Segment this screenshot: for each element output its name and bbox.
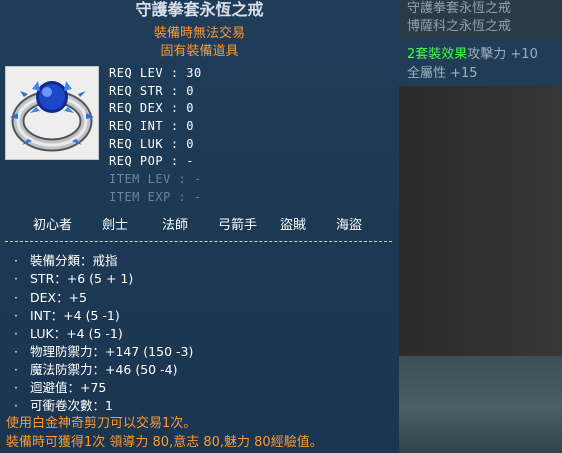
divider: [5, 241, 392, 242]
set-bonus-all: 全屬性 +15: [407, 66, 478, 81]
job-bowman: 弓箭手: [218, 218, 258, 233]
set-bonus-area: 2套裝效果攻擊力 +10 全屬性 +15: [399, 38, 562, 86]
req-label: REQ STR: [109, 84, 164, 98]
game-background: [399, 356, 562, 453]
req-value: : -: [178, 190, 202, 204]
job-magician: 法師: [162, 218, 189, 233]
stat-line: · 物理防禦力：+147 (150 -3): [14, 344, 194, 359]
stat-text: 魔法防禦力：+46 (50 -4): [30, 362, 178, 377]
req-label: REQ LEV: [109, 66, 164, 80]
stat-line: · 裝備分類：戒指: [14, 253, 118, 268]
item-icon-frame: [5, 66, 99, 160]
unique-item-note: 固有裝備道具: [160, 44, 239, 59]
stat-text: DEX：+5: [30, 290, 88, 305]
stat-line: · 魔法防禦力：+46 (50 -4): [14, 362, 178, 377]
req-label: REQ DEX: [109, 101, 164, 115]
stat-line: · LUK：+4 (5 -1): [14, 326, 123, 341]
set-item-name: 守護拳套永恆之戒: [407, 1, 512, 16]
stat-text: LUK：+4 (5 -1): [30, 326, 123, 341]
req-value: : 0: [170, 84, 194, 98]
job-warrior: 劍士: [102, 218, 129, 233]
req-label: REQ POP: [109, 154, 164, 168]
trade-restriction-note: 裝備時無法交易: [153, 26, 245, 41]
req-str: REQ STR : 0: [109, 84, 194, 98]
req-label: REQ INT: [109, 119, 164, 133]
equip-exp-note: 裝備時可獲得1次 領導力 80,意志 80,魅力 80經驗值。: [6, 435, 323, 450]
stat-text: 可衝卷次數：1: [30, 398, 113, 413]
req-label: ITEM LEV: [109, 172, 171, 186]
item-exp: ITEM EXP : -: [109, 190, 202, 204]
set-bonus-label: 2套裝效果: [407, 47, 468, 62]
req-value: : -: [170, 154, 194, 168]
stat-text: 物理防禦力：+147 (150 -3): [30, 344, 194, 359]
stat-line: · DEX：+5: [14, 290, 88, 305]
scissors-trade-note: 使用白金神奇剪刀可以交易1次。: [6, 416, 197, 431]
set-effect-panel: 守護拳套永恆之戒 博薩科之永恆之戒 2套裝效果攻擊力 +10 全屬性 +15: [399, 0, 562, 453]
stat-text: INT：+4 (5 -1): [30, 308, 120, 323]
item-lev: ITEM LEV : -: [109, 172, 202, 186]
req-value: : 0: [170, 119, 194, 133]
item-tooltip: 守護拳套永恆之戒 裝備時無法交易 固有裝備道具 REQ LEV : 30 REQ…: [0, 0, 399, 453]
req-int: REQ INT : 0: [109, 119, 194, 133]
req-value: : 30: [170, 66, 202, 80]
stat-text: 裝備分類：戒指: [30, 253, 118, 268]
set-items-area: 守護拳套永恆之戒 博薩科之永恆之戒: [399, 0, 562, 38]
item-title: 守護拳套永恆之戒: [135, 0, 264, 19]
stat-line: · STR：+6 (5 + 1): [14, 271, 134, 286]
req-value: : -: [178, 172, 202, 186]
set-bonus-line: 2套裝效果攻擊力 +10: [407, 43, 538, 62]
req-label: ITEM EXP: [109, 190, 171, 204]
stat-text: 迴避值：+75: [30, 380, 107, 395]
req-value: : 0: [170, 101, 194, 115]
set-item-name: 博薩科之永恆之戒: [407, 19, 512, 34]
stat-line: · 迴避值：+75: [14, 380, 107, 395]
req-level: REQ LEV : 30: [109, 66, 202, 80]
req-label: REQ LUK: [109, 137, 164, 151]
job-thief: 盜賊: [280, 218, 307, 233]
req-pop: REQ POP : -: [109, 154, 194, 168]
req-value: : 0: [170, 137, 194, 151]
req-dex: REQ DEX : 0: [109, 101, 194, 115]
job-beginner: 初心者: [33, 218, 73, 233]
set-bonus-attack: 攻擊力 +10: [467, 47, 538, 62]
sapphire-ring-icon: [10, 81, 94, 152]
stat-line: · INT：+4 (5 -1): [14, 308, 120, 323]
stat-text: STR：+6 (5 + 1): [30, 271, 134, 286]
game-background: [399, 86, 562, 356]
req-luk: REQ LUK : 0: [109, 137, 194, 151]
job-pirate: 海盜: [336, 218, 363, 233]
